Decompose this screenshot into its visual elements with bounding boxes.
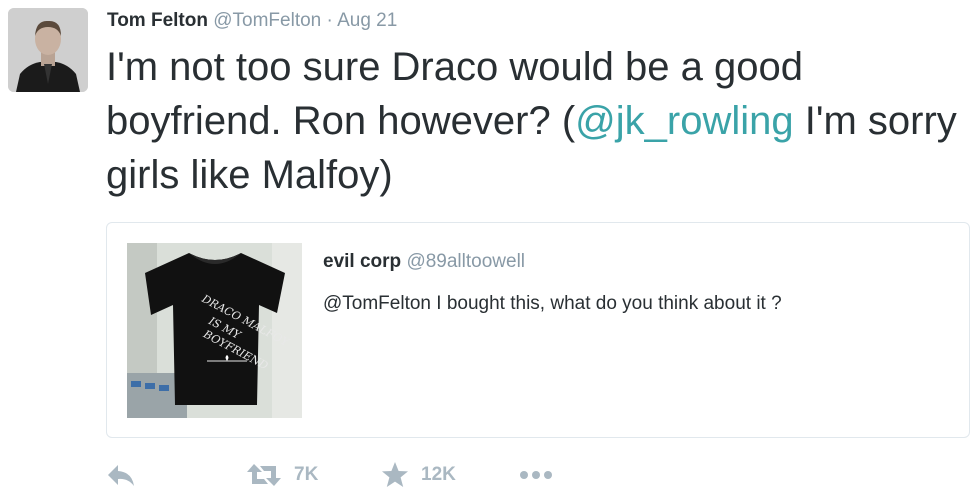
more-button[interactable] [518, 458, 554, 492]
header-separator: · [326, 10, 333, 31]
retweet-icon [247, 464, 281, 486]
more-icon [520, 471, 552, 479]
mention-link[interactable]: @jk_rowling [575, 99, 793, 143]
author-handle[interactable]: @TomFelton [213, 10, 321, 31]
quoted-tweet-card[interactable]: DRACO MALFOY IS MY BOYFRIEND evil corp @… [106, 222, 970, 438]
tweet-header: Tom Felton @TomFelton · Aug 21 [107, 10, 397, 32]
quoted-tweet-text: @TomFelton I bought this, what do you th… [323, 293, 782, 314]
favorite-count: 12K [421, 464, 456, 485]
tshirt-photo: DRACO MALFOY IS MY BOYFRIEND [127, 243, 302, 418]
quoted-author-handle[interactable]: @89alltoowell [406, 251, 525, 272]
reply-icon [108, 465, 134, 486]
avatar-image [8, 8, 88, 92]
tweet-text: I'm not too sure Draco would be a good b… [106, 40, 966, 202]
favorite-button[interactable]: 12K [381, 458, 456, 492]
quoted-tweet-image[interactable]: DRACO MALFOY IS MY BOYFRIEND [127, 243, 302, 418]
retweet-count: 7K [294, 464, 319, 485]
quoted-author-name[interactable]: evil corp [323, 251, 401, 272]
author-name[interactable]: Tom Felton [107, 10, 208, 31]
quoted-tweet-header: evil corp @89alltoowell [323, 251, 525, 273]
reply-button[interactable] [106, 458, 136, 492]
tweet-timestamp[interactable]: Aug 21 [337, 10, 397, 31]
retweet-button[interactable]: 7K [246, 458, 318, 492]
author-avatar[interactable] [8, 8, 88, 92]
star-icon [382, 462, 408, 487]
tweet-actions: 7K 12K [106, 458, 706, 492]
